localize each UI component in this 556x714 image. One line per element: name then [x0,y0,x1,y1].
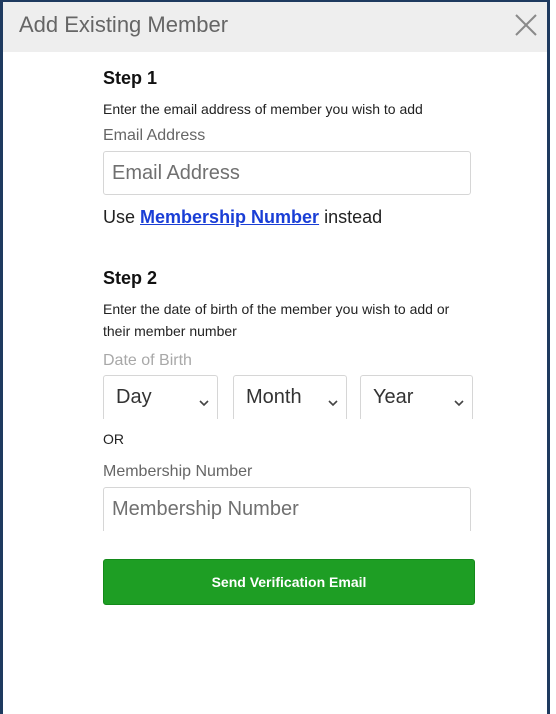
add-member-dialog: Add Existing Member Step 1 Enter the ema… [0,0,550,714]
membership-number-input[interactable] [103,487,471,531]
use-membership-line: Use Membership Number instead [103,207,473,228]
use-prefix: Use [103,207,136,227]
month-select[interactable]: Month [233,375,347,419]
dialog-content: Step 1 Enter the email address of member… [103,68,475,605]
send-verification-email-button[interactable]: Send Verification Email [103,559,475,605]
chevron-down-icon [454,394,464,412]
month-select-value: Month [246,386,302,408]
step1-description: Enter the email address of member you wi… [103,101,423,117]
dialog-titlebar: Add Existing Member [3,2,547,52]
membership-number-link[interactable]: Membership Number [140,207,319,227]
actions: Send Verification Email [103,559,475,605]
day-select[interactable]: Day [103,375,218,419]
use-suffix: instead [324,207,383,227]
email-input[interactable] [103,151,471,195]
year-select[interactable]: Year [360,375,473,419]
chevron-down-icon [328,394,338,412]
dialog-title: Add Existing Member [19,12,229,37]
step2-description: Enter the date of birth of the member yo… [103,301,450,339]
chevron-down-icon [199,394,209,412]
day-select-value: Day [116,386,152,408]
year-select-value: Year [373,386,414,408]
or-label: OR [103,431,124,447]
dob-label: Date of Birth [103,352,192,369]
dob-selects: Day Month Year [103,375,473,419]
membership-label: Membership Number [103,463,253,480]
step2-heading: Step 2 [103,268,158,288]
step1-heading: Step 1 [103,68,158,88]
close-icon[interactable] [511,10,541,40]
email-label: Email Address [103,127,206,144]
